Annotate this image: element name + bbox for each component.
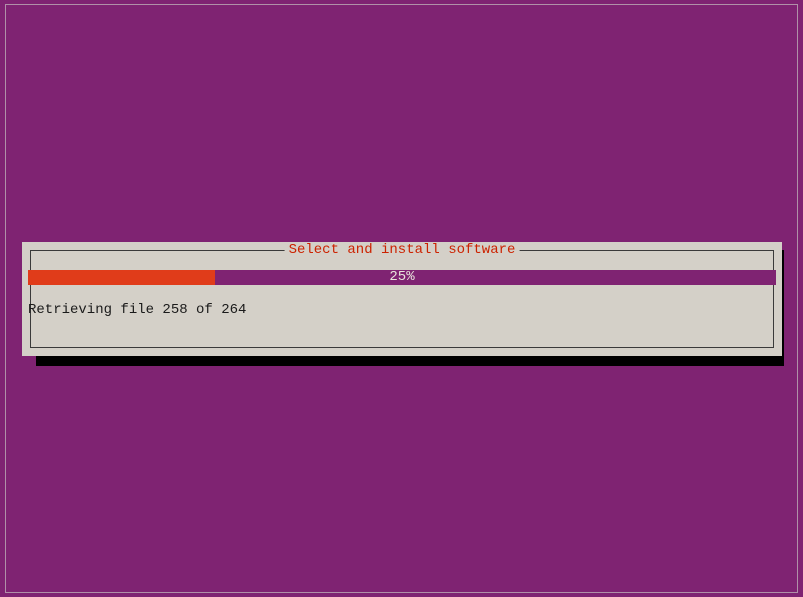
dialog-title: Select and install software [285,242,520,258]
status-message: Retrieving file 258 of 264 [28,302,246,318]
progress-bar: 25% [28,270,776,285]
progress-percent-text: 25% [28,270,776,285]
install-dialog: Select and install software 25% Retrievi… [22,242,782,356]
dialog-border: Select and install software [30,250,774,348]
